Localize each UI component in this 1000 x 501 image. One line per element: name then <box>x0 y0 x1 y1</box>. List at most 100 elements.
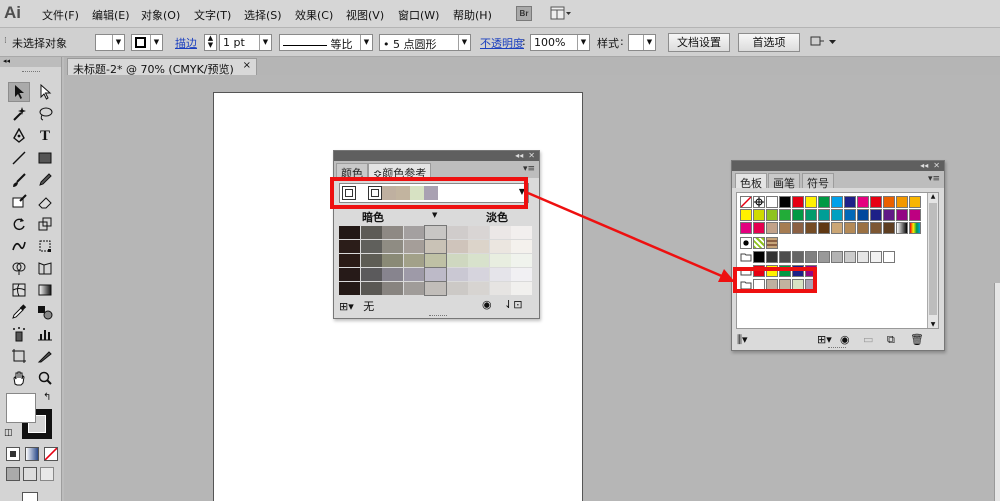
color-swatch[interactable] <box>883 209 895 221</box>
scroll-down-icon[interactable]: ▼ <box>928 321 938 328</box>
limit-to-swatch-library-icon[interactable]: ⊞▾ <box>339 300 354 313</box>
menu-help[interactable]: 帮助(H) <box>453 7 492 23</box>
color-variation-cell[interactable] <box>446 282 468 295</box>
color-variation-cell[interactable] <box>360 226 382 239</box>
color-variation-cell[interactable] <box>403 254 425 267</box>
tab-brushes[interactable]: 画笔 <box>768 173 800 190</box>
pattern-swatch[interactable] <box>740 237 752 249</box>
brush-dropdown[interactable]: • 5 点圆形 ▼ <box>379 34 471 51</box>
magic-wand-tool-icon[interactable] <box>8 104 30 124</box>
collapse-icon[interactable]: ◂◂ <box>920 161 928 170</box>
variation-dropdown-icon[interactable]: ▼ <box>432 211 437 219</box>
color-swatch[interactable] <box>779 196 791 208</box>
swatch-libraries-icon[interactable]: ⫼▾ <box>737 333 748 346</box>
color-variation-cell[interactable] <box>382 226 403 239</box>
color-swatch[interactable] <box>870 209 882 221</box>
line-segment-tool-icon[interactable] <box>8 148 30 168</box>
color-swatch[interactable] <box>857 209 869 221</box>
color-variation-cell[interactable] <box>339 254 360 267</box>
color-variation-cell[interactable] <box>424 225 447 240</box>
hand-tool-icon[interactable] <box>8 368 30 388</box>
show-swatch-kinds-icon[interactable]: ⊞▾ <box>817 333 832 346</box>
panel-menu-icon[interactable]: ▾≡ <box>928 174 940 184</box>
color-swatch[interactable] <box>753 209 765 221</box>
new-swatch-icon[interactable]: ⧉ <box>887 333 895 347</box>
save-to-swatches-icon[interactable]: ⇃⊡ <box>504 298 522 311</box>
color-variation-cell[interactable] <box>424 253 447 268</box>
color-variation-cell[interactable] <box>446 254 468 267</box>
color-swatch[interactable] <box>766 209 778 221</box>
draw-behind-icon[interactable] <box>23 467 37 481</box>
rectangle-tool-icon[interactable] <box>34 148 56 168</box>
scroll-up-icon[interactable]: ▲ <box>928 193 938 200</box>
color-variation-cell[interactable] <box>446 226 468 239</box>
gradient-tool-icon[interactable] <box>34 280 56 300</box>
collapse-icon[interactable]: ◂◂ <box>3 57 10 65</box>
color-swatch[interactable] <box>870 251 882 263</box>
stroke-weight-field[interactable]: 1 pt ▼ <box>219 34 272 51</box>
color-swatch[interactable] <box>766 222 778 234</box>
gradient-swatch[interactable] <box>896 222 908 234</box>
fill-color-dropdown[interactable]: ▼ <box>95 34 125 51</box>
color-swatch[interactable] <box>792 251 804 263</box>
selection-tool-icon[interactable] <box>8 82 30 102</box>
color-variation-cell[interactable] <box>403 226 425 239</box>
color-variation-cell[interactable] <box>468 226 489 239</box>
color-swatch[interactable] <box>805 209 817 221</box>
close-panel-icon[interactable]: ✕ <box>933 161 940 170</box>
color-swatch[interactable] <box>779 222 791 234</box>
menu-object[interactable]: 对象(O) <box>141 7 180 23</box>
swatch-scrollbar[interactable]: ▲ ▼ <box>927 193 938 328</box>
close-panel-icon[interactable]: ✕ <box>528 151 535 160</box>
color-variation-cell[interactable] <box>489 240 511 253</box>
color-swatch[interactable] <box>883 251 895 263</box>
direct-selection-tool-icon[interactable] <box>34 82 56 102</box>
tab-symbols[interactable]: 符号 <box>802 173 834 190</box>
swatch-grid[interactable] <box>738 194 928 328</box>
color-variation-cell[interactable] <box>489 282 511 295</box>
tab-swatches[interactable]: 色板 <box>735 173 767 190</box>
color-swatch[interactable] <box>831 209 843 221</box>
none-button[interactable]: 无 <box>363 300 374 313</box>
color-swatch[interactable] <box>857 251 869 263</box>
menu-select[interactable]: 选择(S) <box>244 7 282 23</box>
warp-tool-icon[interactable] <box>8 236 30 256</box>
color-variation-cell[interactable] <box>468 268 489 281</box>
color-swatch[interactable] <box>870 196 882 208</box>
document-tab[interactable]: 未标题-2* @ 70% (CMYK/预览) × <box>67 58 257 76</box>
pen-tool-icon[interactable] <box>8 126 30 146</box>
screen-mode-icon[interactable] <box>22 492 38 501</box>
color-variation-cell[interactable] <box>511 254 532 267</box>
color-swatch[interactable] <box>831 196 843 208</box>
menu-view[interactable]: 视图(V) <box>346 7 384 23</box>
column-graph-tool-icon[interactable] <box>34 324 56 344</box>
resize-grip-icon[interactable] <box>429 315 447 317</box>
mesh-tool-icon[interactable] <box>8 280 30 300</box>
color-variation-cell[interactable] <box>360 254 382 267</box>
color-swatch[interactable] <box>740 209 752 221</box>
color-swatch[interactable] <box>805 222 817 234</box>
new-color-group-icon[interactable]: ▭ <box>863 333 873 346</box>
menu-edit[interactable]: 编辑(E) <box>92 7 130 23</box>
paintbrush-tool-icon[interactable] <box>8 170 30 190</box>
panel-titlebar[interactable]: ◂◂ ✕ <box>732 161 944 171</box>
color-swatch[interactable] <box>857 222 869 234</box>
shape-builder-tool-icon[interactable] <box>8 258 30 278</box>
grip-icon[interactable] <box>22 71 40 73</box>
color-swatch[interactable] <box>844 251 856 263</box>
tab-color[interactable]: 颜色 <box>336 163 368 180</box>
color-swatch[interactable] <box>753 222 765 234</box>
color-swatch[interactable] <box>857 196 869 208</box>
color-swatch[interactable] <box>831 251 843 263</box>
lasso-tool-icon[interactable] <box>34 104 56 124</box>
color-group-folder-icon[interactable] <box>740 251 752 263</box>
color-variation-cell[interactable] <box>446 268 468 281</box>
color-variation-cell[interactable] <box>403 268 425 281</box>
tab-color-guide[interactable]: ≎颜色参考 <box>368 163 432 180</box>
color-mode-icon[interactable] <box>6 447 20 461</box>
delete-swatch-icon[interactable]: 🗑 <box>910 333 924 346</box>
stroke-profile-dropdown[interactable]: 等比 ▼ <box>279 34 373 51</box>
close-icon[interactable]: × <box>243 60 251 71</box>
bridge-button[interactable]: Br <box>516 6 532 21</box>
color-variation-cell[interactable] <box>446 240 468 253</box>
